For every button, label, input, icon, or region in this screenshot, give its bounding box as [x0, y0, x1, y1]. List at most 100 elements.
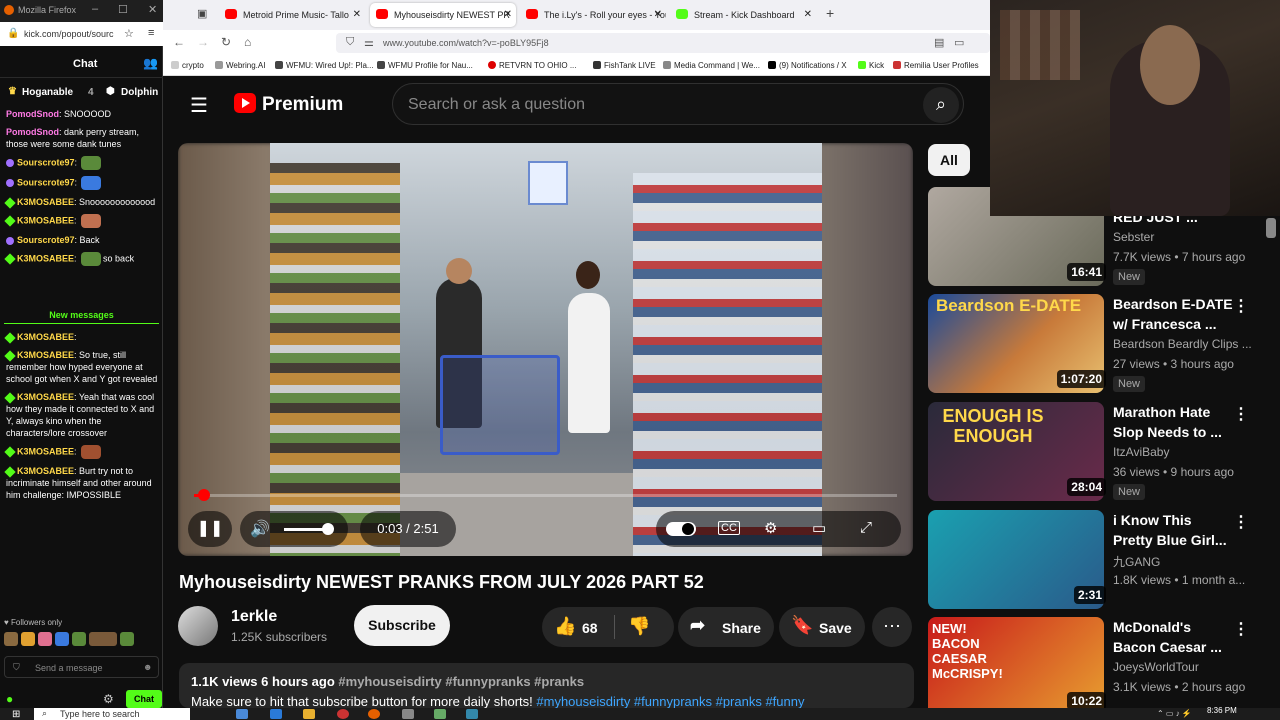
chat-username[interactable]: Sourscrote97 [17, 235, 75, 245]
youtube-premium-wordmark[interactable]: Premium [262, 94, 343, 116]
gear-icon[interactable]: ⚙ [103, 692, 114, 706]
emote-icon[interactable] [4, 632, 18, 646]
forward-icon[interactable]: → [197, 35, 209, 49]
recommended-video[interactable]: Beardson E-DATE 1:07:20 Beardson E-DATE … [928, 294, 1268, 394]
send-message-input[interactable]: ⛉ Send a message ☻ [4, 656, 159, 678]
bookmark-item[interactable]: WFMU Profile for Nau... [377, 61, 473, 70]
channel-name[interactable]: 1erkle [231, 608, 277, 626]
filter-chip-all[interactable]: All [928, 144, 970, 176]
chat-username[interactable]: K3MOSABEE [17, 392, 74, 402]
firefox-icon[interactable] [368, 709, 380, 719]
close-tab-icon[interactable]: ✕ [504, 9, 512, 20]
settings-gear-icon[interactable]: ⚙ [764, 519, 777, 537]
share-button[interactable]: ➦ Share [678, 607, 774, 647]
emote-icon[interactable] [21, 632, 35, 646]
recommended-video[interactable]: NEW! BACON CAESAR McCRISPY! 10:22 McDona… [928, 617, 1268, 708]
bookmark-item[interactable]: Kick [858, 61, 884, 70]
address-bar[interactable]: ⛉ ⚌ www.youtube.com/watch?v=-poBLY95Fj8 … [336, 33, 990, 53]
youtube-logo-icon[interactable] [234, 93, 256, 113]
chat-username[interactable]: K3MOSABEE [17, 197, 74, 207]
subscribe-button[interactable]: Subscribe [354, 605, 450, 646]
bookmark-item[interactable]: Webring.AI [215, 61, 265, 70]
thumbs-up-icon[interactable]: 👍 [554, 616, 576, 637]
video-channel[interactable]: JoeysWorldTour [1113, 660, 1199, 674]
autoplay-toggle[interactable] [666, 522, 696, 536]
theater-mode-icon[interactable]: ▭ [812, 519, 826, 537]
tab-overview-icon[interactable]: ▣ [197, 7, 207, 20]
captions-icon[interactable]: CC [718, 521, 740, 535]
video-title[interactable]: McDonald's Bacon Caesar ... [1113, 617, 1233, 657]
chat-username[interactable]: PomodSnod [6, 109, 59, 119]
reload-icon[interactable]: ↻ [221, 35, 231, 49]
gifter-name[interactable]: Dolphin [121, 87, 158, 98]
video-channel[interactable]: Sebster [1113, 230, 1154, 244]
steam-icon[interactable] [466, 709, 478, 719]
search-icon[interactable]: ⌕ [923, 87, 959, 123]
browser-tab[interactable]: Stream - Kick Dashboard ✕ [670, 3, 816, 27]
browser-tab-active[interactable]: Myhouseisdirty NEWEST PR ✕ [370, 3, 516, 27]
progress-bar[interactable] [194, 494, 897, 497]
emote-icon[interactable] [120, 632, 134, 646]
chat-username[interactable]: K3MOSABEE [17, 332, 74, 342]
volume-control[interactable]: 🔊 [240, 511, 348, 547]
search-input[interactable]: Search or ask a question [392, 83, 964, 125]
taskbar-search-input[interactable]: ⌕ Type here to search [34, 708, 190, 720]
taskbar-app-icon[interactable] [402, 709, 414, 719]
recommended-video[interactable]: 2:31 i Know This Pretty Blue Girl... 九GA… [928, 510, 1268, 610]
save-button[interactable]: 🔖 Save [779, 607, 865, 647]
chat-username[interactable]: Sourscrote97 [17, 177, 75, 187]
chat-username[interactable]: PomodSnod [6, 127, 59, 137]
taskbar-app-icon[interactable] [270, 709, 282, 719]
more-options-icon[interactable]: ⋮ [1233, 404, 1249, 424]
folder-icon[interactable] [303, 709, 315, 719]
chat-username[interactable]: K3MOSABEE [17, 215, 74, 225]
system-tray-icons[interactable]: ⌃ ▭ ♪ ⚡ [1157, 709, 1192, 718]
chat-username[interactable]: K3MOSABEE [17, 253, 74, 263]
chat-username[interactable]: Sourscrote97 [17, 157, 75, 167]
emote-icon[interactable] [89, 632, 117, 646]
recommended-video[interactable]: ENOUGH IS ENOUGH 28:04 Marathon Hate Slo… [928, 402, 1268, 502]
minimize-icon[interactable]: – [92, 3, 98, 15]
description-hashtag-links[interactable]: #myhouseisdirty #funnypranks #pranks #fu… [536, 694, 804, 708]
bookmark-item[interactable]: (9) Notifications / X [768, 61, 847, 70]
new-messages-divider[interactable]: New messages [4, 310, 159, 324]
permissions-icon[interactable]: ⚌ [364, 36, 374, 49]
like-count[interactable]: 68 [582, 620, 598, 636]
video-title[interactable]: Beardson E-DATE w/ Francesca ... [1113, 294, 1233, 334]
chat-username[interactable]: K3MOSABEE [17, 446, 74, 456]
chat-username[interactable]: K3MOSABEE [17, 466, 74, 476]
chat-url-bar[interactable]: 🔒 kick.com/popout/sourc ☆ ≡ [0, 22, 163, 46]
bookmark-item[interactable]: WFMU: Wired Up!: Pla... [275, 61, 374, 70]
video-title[interactable]: i Know This Pretty Blue Girl... [1113, 510, 1233, 550]
close-tab-icon[interactable]: ✕ [804, 9, 812, 20]
scrollbar-thumb[interactable] [1266, 218, 1276, 238]
video-channel[interactable]: ItzAviBaby [1113, 445, 1169, 459]
chat-username[interactable]: K3MOSABEE [17, 350, 74, 360]
emoji-icon[interactable]: ☻ [143, 662, 152, 672]
home-icon[interactable]: ⌂ [244, 35, 251, 49]
more-actions-icon[interactable]: ⋯ [872, 607, 912, 647]
taskbar-app-icon[interactable] [337, 709, 349, 719]
bookmark-item[interactable]: RETVRN TO OHIO ... [488, 61, 577, 70]
more-options-icon[interactable]: ⋮ [1233, 512, 1249, 532]
video-channel[interactable]: 九GANG [1113, 553, 1160, 570]
fullscreen-icon[interactable]: ⤢ [860, 519, 872, 536]
more-options-icon[interactable]: ⋮ [1233, 619, 1249, 639]
taskbar-app-icon[interactable] [434, 709, 446, 719]
user-settings-icon[interactable]: 👥 [143, 56, 158, 70]
video-title[interactable]: Marathon Hate Slop Needs to ... [1113, 402, 1233, 442]
channel-avatar[interactable] [178, 606, 218, 646]
pause-icon[interactable]: ❚❚ [188, 511, 232, 547]
close-icon[interactable]: ✕ [148, 3, 157, 16]
emote-icon[interactable] [38, 632, 52, 646]
taskbar-clock[interactable]: 8:36 PM [1207, 706, 1237, 715]
volume-knob[interactable] [322, 523, 334, 535]
scrollbar[interactable] [1268, 216, 1278, 708]
maximize-icon[interactable]: ☐ [118, 3, 128, 16]
close-tab-icon[interactable]: ✕ [654, 9, 662, 20]
thumbs-down-icon[interactable]: 👎 [628, 616, 650, 637]
bookmark-item[interactable]: crypto [171, 61, 204, 70]
reader-icon[interactable]: ▤ [934, 36, 944, 49]
more-options-icon[interactable]: ⋮ [1233, 296, 1249, 316]
windows-start-icon[interactable]: ⊞ [12, 709, 20, 720]
